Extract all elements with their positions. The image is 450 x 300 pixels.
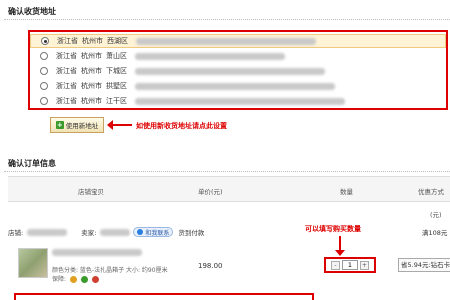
new-address-label: 使用新地址 bbox=[65, 122, 99, 130]
radio-button[interactable] bbox=[40, 97, 48, 105]
new-address-button[interactable]: + 使用新地址 bbox=[50, 117, 104, 133]
radio-button[interactable] bbox=[40, 82, 48, 90]
decrease-button[interactable]: - bbox=[331, 260, 340, 270]
payment-note: 货到付款 bbox=[178, 229, 205, 237]
col-header-item: 店铺宝贝 bbox=[78, 188, 104, 196]
address-option[interactable]: 浙江省 杭州市 西湖区 bbox=[30, 34, 446, 48]
address-option[interactable]: 浙江省 杭州市 下城区 bbox=[30, 64, 446, 78]
unit-price: 198.00 bbox=[198, 262, 223, 270]
address-city: 杭州市 bbox=[81, 97, 102, 105]
quantity-hint: 可以填写购买数量 bbox=[305, 225, 361, 233]
seller-label: 卖家: bbox=[81, 229, 97, 237]
address-option[interactable]: 浙江省 杭州市 萧山区 bbox=[30, 49, 446, 63]
redacted-text bbox=[100, 228, 131, 236]
col-header-discount: 优惠方式 bbox=[418, 188, 444, 196]
product-thumbnail[interactable] bbox=[18, 248, 48, 278]
quantity-input[interactable] bbox=[342, 260, 358, 270]
address-district: 江干区 bbox=[106, 97, 127, 105]
radio-button[interactable] bbox=[40, 67, 48, 75]
increase-button[interactable]: + bbox=[360, 260, 369, 270]
shop-info: 店铺: 卖家: 和我联系 货到付款 bbox=[8, 226, 204, 238]
divider bbox=[4, 171, 450, 172]
new-address-hint: 如使用新收货地址请点此设置 bbox=[136, 122, 227, 130]
redacted-text bbox=[135, 82, 335, 90]
redacted-text bbox=[27, 228, 68, 236]
discount-select[interactable]: 省5.94元:钻石卡 bbox=[398, 258, 450, 272]
guarantee-icon bbox=[69, 276, 77, 283]
address-province: 浙江省 bbox=[57, 37, 78, 45]
contact-seller-label: 和我联系 bbox=[145, 229, 170, 237]
shop-label: 店铺: bbox=[8, 229, 24, 237]
redacted-text bbox=[52, 249, 142, 256]
address-section-title: 确认收货地址 bbox=[8, 7, 56, 16]
order-item: 颜色分类: 蓝色-法扎晶箱子 大小: 约90厘米 保障: 198.00 - + … bbox=[8, 246, 450, 290]
chat-icon bbox=[137, 229, 144, 235]
col-header-extra: (元) bbox=[430, 211, 442, 219]
quantity-stepper: - + bbox=[324, 257, 376, 273]
address-province: 浙江省 bbox=[56, 52, 77, 60]
promo-clip: 满108元 bbox=[422, 229, 448, 237]
redacted-text bbox=[135, 52, 285, 60]
redacted-text bbox=[135, 97, 345, 105]
arrow-icon bbox=[107, 120, 132, 130]
highlight-box bbox=[14, 293, 314, 300]
guarantee-row: 保障: bbox=[52, 274, 99, 283]
col-header-price: 单价(元) bbox=[198, 188, 223, 196]
address-city: 杭州市 bbox=[82, 37, 103, 45]
address-city: 杭州市 bbox=[81, 67, 102, 75]
address-city: 杭州市 bbox=[81, 82, 102, 90]
address-district: 下城区 bbox=[106, 67, 127, 75]
product-attributes: 颜色分类: 蓝色-法扎晶箱子 大小: 约90厘米 bbox=[52, 267, 168, 274]
address-option[interactable]: 浙江省 杭州市 江干区 bbox=[30, 94, 446, 108]
contact-seller-button[interactable]: 和我联系 bbox=[133, 227, 174, 237]
order-table-header: 店铺宝贝 单价(元) 数量 优惠方式 bbox=[8, 176, 450, 202]
address-district: 拱墅区 bbox=[106, 82, 127, 90]
plus-icon: + bbox=[55, 121, 64, 129]
address-district: 西湖区 bbox=[107, 37, 128, 45]
product-title[interactable] bbox=[52, 249, 142, 258]
redacted-text bbox=[135, 67, 325, 75]
address-option[interactable]: 浙江省 杭州市 拱墅区 bbox=[30, 79, 446, 93]
guarantee-icon bbox=[91, 276, 99, 283]
guarantee-icon bbox=[80, 276, 88, 283]
address-district: 萧山区 bbox=[106, 52, 127, 60]
col-header-qty: 数量 bbox=[340, 188, 353, 196]
address-province: 浙江省 bbox=[56, 97, 77, 105]
radio-button[interactable] bbox=[40, 52, 48, 60]
address-city: 杭州市 bbox=[81, 52, 102, 60]
address-province: 浙江省 bbox=[56, 82, 77, 90]
order-section-title: 确认订单信息 bbox=[8, 159, 56, 168]
guarantee-label: 保障: bbox=[52, 276, 67, 283]
radio-button[interactable] bbox=[41, 37, 49, 45]
address-list: 浙江省 杭州市 西湖区 浙江省 杭州市 萧山区 浙江省 杭州市 下城区 浙江省 杭州市 拱墅区 … bbox=[28, 30, 448, 110]
address-province: 浙江省 bbox=[56, 67, 77, 75]
divider bbox=[4, 19, 450, 20]
redacted-text bbox=[136, 37, 316, 45]
